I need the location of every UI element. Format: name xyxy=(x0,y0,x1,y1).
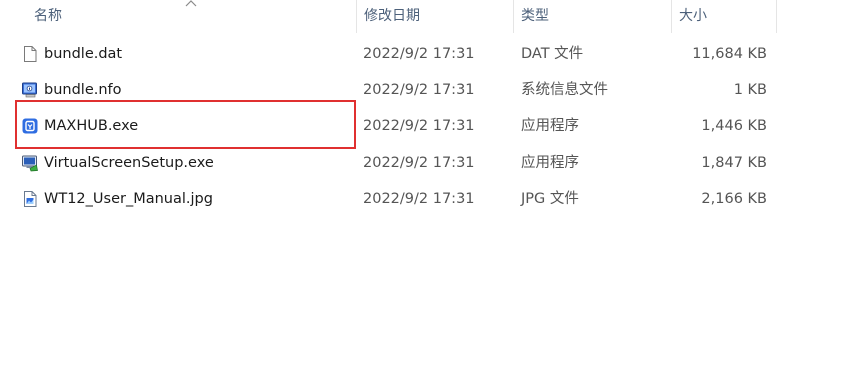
file-type: JPG 文件 xyxy=(521,191,579,207)
installer-icon xyxy=(22,155,38,172)
column-header-modified[interactable]: 修改日期 xyxy=(356,0,513,33)
column-header-name-label: 名称 xyxy=(34,8,62,24)
file-size: 11,684 KB xyxy=(692,46,767,62)
column-header-size[interactable]: 大小 xyxy=(671,0,776,33)
file-row-bundle-nfo[interactable]: bundle.nfo 2022/9/2 17:31 系统信息文件 1 KB xyxy=(0,72,865,108)
file-name: bundle.nfo xyxy=(44,82,122,98)
column-header-type[interactable]: 类型 xyxy=(513,0,671,33)
file-name: MAXHUB.exe xyxy=(44,118,139,134)
file-row-maxhub-exe[interactable]: MAXHUB.exe 2022/9/2 17:31 应用程序 1,446 KB xyxy=(0,108,865,144)
file-type: DAT 文件 xyxy=(521,46,584,62)
sort-ascending-icon xyxy=(185,0,197,7)
file-row-wt12-user-manual-jpg[interactable]: WT12_User_Manual.jpg 2022/9/2 17:31 JPG … xyxy=(0,181,865,217)
column-header-type-label: 类型 xyxy=(521,8,549,24)
file-size: 1 KB xyxy=(733,82,767,98)
file-row-bundle-dat[interactable]: bundle.dat 2022/9/2 17:31 DAT 文件 11,684 … xyxy=(0,36,865,72)
file-type: 应用程序 xyxy=(521,155,579,171)
file-name: VirtualScreenSetup.exe xyxy=(44,155,214,171)
blank-file-icon xyxy=(24,46,37,62)
maxhub-app-icon xyxy=(22,118,38,134)
file-modified: 2022/9/2 17:31 xyxy=(363,46,475,62)
column-header-modified-label: 修改日期 xyxy=(364,8,420,24)
file-modified: 2022/9/2 17:31 xyxy=(363,155,475,171)
file-size: 1,847 KB xyxy=(701,155,767,171)
file-type: 应用程序 xyxy=(521,118,579,134)
file-type: 系统信息文件 xyxy=(521,82,608,98)
column-divider[interactable] xyxy=(776,0,777,33)
image-file-icon xyxy=(24,191,37,207)
file-row-virtualscreensetup-exe[interactable]: VirtualScreenSetup.exe 2022/9/2 17:31 应用… xyxy=(0,145,865,181)
file-modified: 2022/9/2 17:31 xyxy=(363,118,475,134)
file-name: bundle.dat xyxy=(44,46,123,62)
system-info-icon xyxy=(22,82,37,98)
file-name: WT12_User_Manual.jpg xyxy=(44,191,213,207)
file-size: 1,446 KB xyxy=(701,118,767,134)
column-header-size-label: 大小 xyxy=(679,8,707,24)
file-modified: 2022/9/2 17:31 xyxy=(363,82,475,98)
file-size: 2,166 KB xyxy=(701,191,767,207)
column-header-bar: 名称 修改日期 类型 大小 xyxy=(0,0,865,33)
file-modified: 2022/9/2 17:31 xyxy=(363,191,475,207)
file-explorer-list: 名称 修改日期 类型 大小 bundle.dat 2022/9/2 17:31 … xyxy=(0,0,865,381)
